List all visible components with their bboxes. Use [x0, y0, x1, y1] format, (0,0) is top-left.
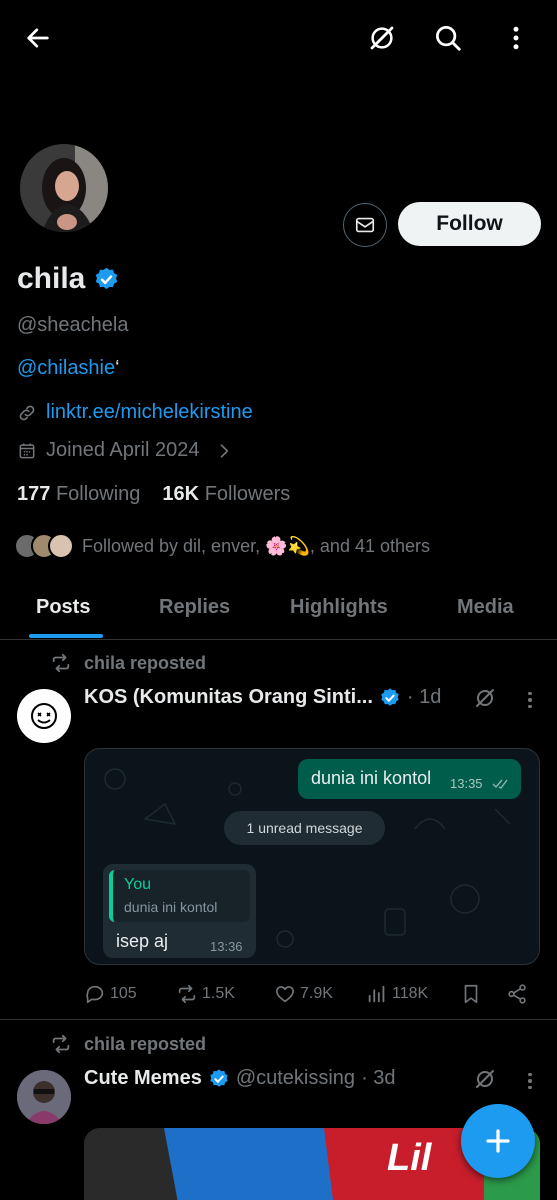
mutual-avatars — [14, 533, 74, 559]
grok-icon — [370, 26, 394, 50]
joined-date: Joined April 2024 — [46, 439, 200, 461]
follow-button[interactable]: Follow — [398, 202, 541, 246]
back-button[interactable] — [22, 22, 54, 54]
repost-indicator: chila reposted — [50, 1033, 206, 1055]
followed-by-text: Followed by dil, enver, 🌸💫, and 41 other… — [82, 535, 431, 556]
share-button[interactable] — [506, 980, 528, 1008]
repost-icon — [178, 984, 196, 1004]
outgoing-message: dunia ini kontol 13:35 — [298, 759, 521, 799]
post-divider — [0, 1019, 557, 1020]
calendar-icon — [19, 443, 35, 458]
message-button[interactable] — [343, 203, 387, 247]
search-icon — [436, 26, 461, 51]
bookmark-button[interactable] — [460, 980, 482, 1008]
view-count: 118K — [392, 985, 429, 1002]
followed-by-row[interactable]: Followed by dil, enver, 🌸💫, and 41 other… — [14, 533, 430, 559]
post-time: · 1d — [406, 686, 442, 708]
arrow-left-icon — [27, 28, 49, 48]
post-author-handle: @cutekissing — [235, 1067, 356, 1089]
bookmark-icon — [464, 984, 478, 1004]
verified-badge-icon — [210, 1068, 228, 1087]
repost-label: chila reposted — [84, 1033, 207, 1054]
post-actions: 105 1.5K 7.9K 118K — [84, 980, 540, 1008]
verified-badge-icon — [96, 267, 118, 289]
incoming-message-time: 13:36 — [210, 939, 243, 954]
repost-indicator: chila reposted — [50, 652, 206, 674]
reply-count: 105 — [110, 985, 137, 1002]
follow-stats: 177 Following 16K Followers — [17, 483, 290, 506]
tab-highlights[interactable]: Highlights — [290, 596, 388, 619]
tab-media[interactable]: Media — [457, 596, 514, 619]
post-more-button[interactable] — [520, 1069, 540, 1093]
followers-stat[interactable]: 16K Followers — [162, 483, 290, 506]
quoted-text: dunia ini kontol — [124, 899, 218, 915]
profile-handle: @sheachela — [17, 314, 129, 336]
post-grok-button[interactable] — [473, 686, 497, 715]
compose-button[interactable] — [461, 1104, 535, 1178]
post-author-name[interactable]: KOS (Komunitas Orang Sinti... — [84, 686, 373, 709]
profile-name-row: chila — [17, 262, 120, 296]
repost-label: chila reposted — [84, 652, 207, 673]
tab-posts[interactable]: Posts — [36, 596, 90, 619]
repost-icon — [52, 653, 70, 673]
repost-icon — [52, 1034, 70, 1054]
outgoing-message-text: dunia ini kontol — [311, 768, 432, 788]
active-tab-indicator — [29, 634, 103, 638]
link-icon — [19, 405, 35, 420]
post-author-avatar[interactable] — [17, 1070, 71, 1124]
like-count: 7.9K — [300, 985, 333, 1002]
incoming-message: You dunia ini kontol isep aj 13:36 — [103, 864, 256, 958]
unread-message-banner: 1 unread message — [224, 811, 385, 845]
post-author-avatar[interactable] — [17, 689, 71, 743]
profile-avatar[interactable] — [17, 141, 111, 235]
post-time: · 3d — [361, 1067, 396, 1089]
website-row: linktr.ee/michelekirstine — [17, 401, 253, 424]
chevron-right-icon — [221, 443, 229, 458]
search-button[interactable] — [432, 22, 464, 54]
repost-count: 1.5K — [202, 985, 235, 1002]
quoted-author: You — [124, 876, 151, 893]
views-chart-icon — [368, 985, 385, 1003]
post-header: Cute Memes @cutekissing · 3d — [84, 1067, 396, 1090]
views-button[interactable]: 118K — [366, 980, 428, 1008]
grok-icon — [476, 689, 494, 707]
bio-mention-link[interactable]: @chilashie — [17, 357, 115, 379]
repost-button[interactable]: 1.5K — [176, 980, 235, 1008]
website-link[interactable]: linktr.ee/michelekirstine — [46, 401, 253, 424]
more-vertical-icon — [513, 26, 519, 50]
heart-icon — [275, 986, 295, 1003]
more-options-button[interactable] — [500, 22, 532, 54]
like-button[interactable]: 7.9K — [274, 980, 333, 1008]
following-stat[interactable]: 177 Following — [17, 483, 140, 506]
verified-badge-icon — [381, 687, 399, 706]
post-author-name[interactable]: Cute Memes — [84, 1067, 202, 1090]
post-more-button[interactable] — [520, 688, 540, 712]
incoming-message-text: isep aj — [116, 931, 169, 951]
plus-icon — [486, 1129, 510, 1153]
reply-button[interactable]: 105 — [84, 980, 137, 1008]
post-grok-button[interactable] — [473, 1067, 497, 1096]
grok-icon — [476, 1070, 494, 1088]
media-caption: Lil — [387, 1137, 433, 1179]
grok-button[interactable] — [366, 22, 398, 54]
share-icon — [508, 984, 526, 1004]
outgoing-message-time: 13:35 — [450, 776, 483, 791]
post-header: KOS (Komunitas Orang Sinti... · 1d — [84, 686, 441, 709]
profile-name: chila — [17, 262, 86, 295]
profile-tabs: Posts Replies Highlights Media — [0, 588, 557, 640]
post-media-image[interactable]: dunia ini kontol 13:35 1 unread message … — [84, 748, 540, 965]
tab-replies[interactable]: Replies — [159, 596, 230, 619]
reply-icon — [86, 985, 104, 1004]
bio-text: ‘ — [115, 357, 120, 379]
profile-bio: @chilashie‘ — [17, 357, 120, 380]
double-check-icon — [492, 779, 508, 789]
joined-row[interactable]: Joined April 2024 — [17, 439, 234, 462]
envelope-icon — [355, 217, 375, 233]
quoted-message: You dunia ini kontol — [109, 870, 250, 922]
